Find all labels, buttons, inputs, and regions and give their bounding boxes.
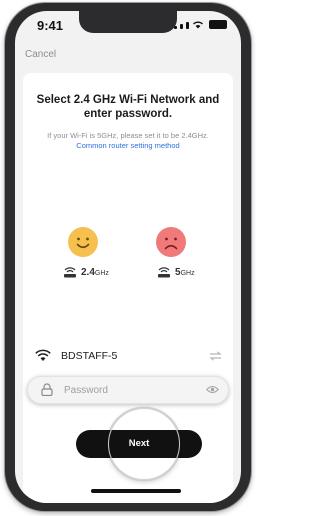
screen: 9:41 Cancel Select 2.4 GHz Wi-Fi Network…: [15, 11, 241, 503]
band-24ghz-unit: GHz: [94, 270, 109, 277]
signal-icon-bar: [186, 22, 189, 29]
band-5ghz: 5GHz: [157, 267, 195, 278]
password-input[interactable]: [64, 382, 184, 398]
setup-card: Select 2.4 GHz Wi-Fi Network and enter p…: [23, 73, 233, 503]
next-button[interactable]: Next: [76, 430, 202, 458]
router-icon: [158, 267, 170, 278]
band-24ghz: 2.4GHz: [63, 267, 109, 278]
eye-icon[interactable]: [206, 385, 219, 394]
router-setting-link[interactable]: Common router setting method: [76, 141, 179, 150]
instruction-text: If your Wi-Fi is 5GHz, please set it to …: [37, 131, 219, 151]
home-indicator: [91, 489, 181, 493]
instruction-text-body: If your Wi-Fi is 5GHz, please set it to …: [47, 131, 209, 140]
band-5ghz-unit: GHz: [180, 270, 195, 277]
status-time: 9:41: [37, 18, 64, 33]
sad-face-icon: [156, 227, 186, 257]
lock-icon: [41, 383, 53, 396]
signal-icon-bar: [180, 24, 183, 29]
wifi-network-row[interactable]: BDSTAFF-5: [33, 348, 223, 366]
page-title: Select 2.4 GHz Wi-Fi Network and enter p…: [36, 94, 220, 120]
wifi-network-name: BDSTAFF-5: [61, 350, 118, 362]
wifi-status-icon: [193, 21, 203, 29]
status-icons: [174, 20, 227, 29]
battery-icon: [209, 20, 227, 29]
notch: [79, 11, 177, 33]
password-field[interactable]: [27, 376, 229, 404]
band-24ghz-value: 2.4GHz: [81, 267, 109, 278]
band-24ghz-number: 2.4: [81, 267, 95, 278]
band-5ghz-value: 5GHz: [175, 267, 195, 278]
signal-icon: [174, 26, 177, 29]
switch-network-icon[interactable]: [209, 351, 222, 361]
router-icon: [64, 267, 76, 278]
phone-frame: 9:41 Cancel Select 2.4 GHz Wi-Fi Network…: [5, 3, 251, 511]
cancel-button[interactable]: Cancel: [25, 49, 56, 60]
wifi-icon: [35, 349, 51, 361]
happy-face-icon: [68, 227, 98, 257]
